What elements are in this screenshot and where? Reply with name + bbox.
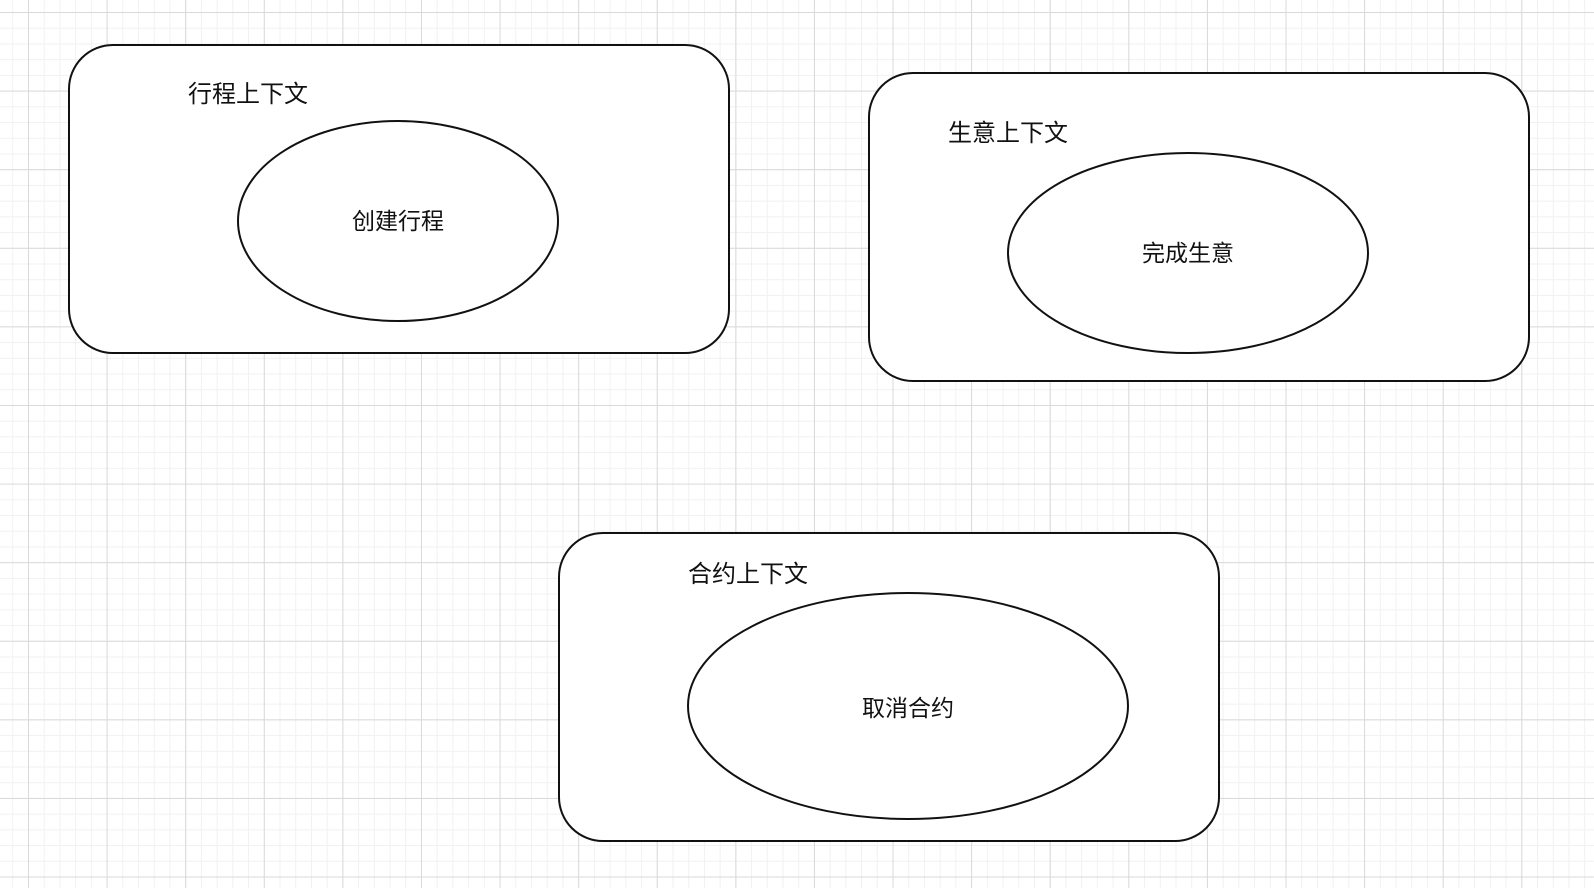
bounded-context-trip[interactable]: 行程上下文 创建行程 (68, 44, 730, 354)
context-title: 生意上下文 (948, 119, 1068, 147)
operation-label: 创建行程 (352, 209, 444, 235)
grid-canvas[interactable]: 行程上下文 创建行程 生意上下文 完成生意 合约上下文 取消合约 (0, 0, 1594, 888)
context-title: 合约上下文 (688, 560, 808, 588)
diagram: 行程上下文 创建行程 生意上下文 完成生意 合约上下文 取消合约 (68, 44, 1530, 842)
operation-label: 完成生意 (1142, 241, 1234, 267)
context-title: 行程上下文 (188, 80, 308, 108)
bounded-context-business[interactable]: 生意上下文 完成生意 (868, 72, 1530, 382)
bounded-context-contract[interactable]: 合约上下文 取消合约 (558, 532, 1220, 842)
operation-label: 取消合约 (862, 696, 954, 722)
